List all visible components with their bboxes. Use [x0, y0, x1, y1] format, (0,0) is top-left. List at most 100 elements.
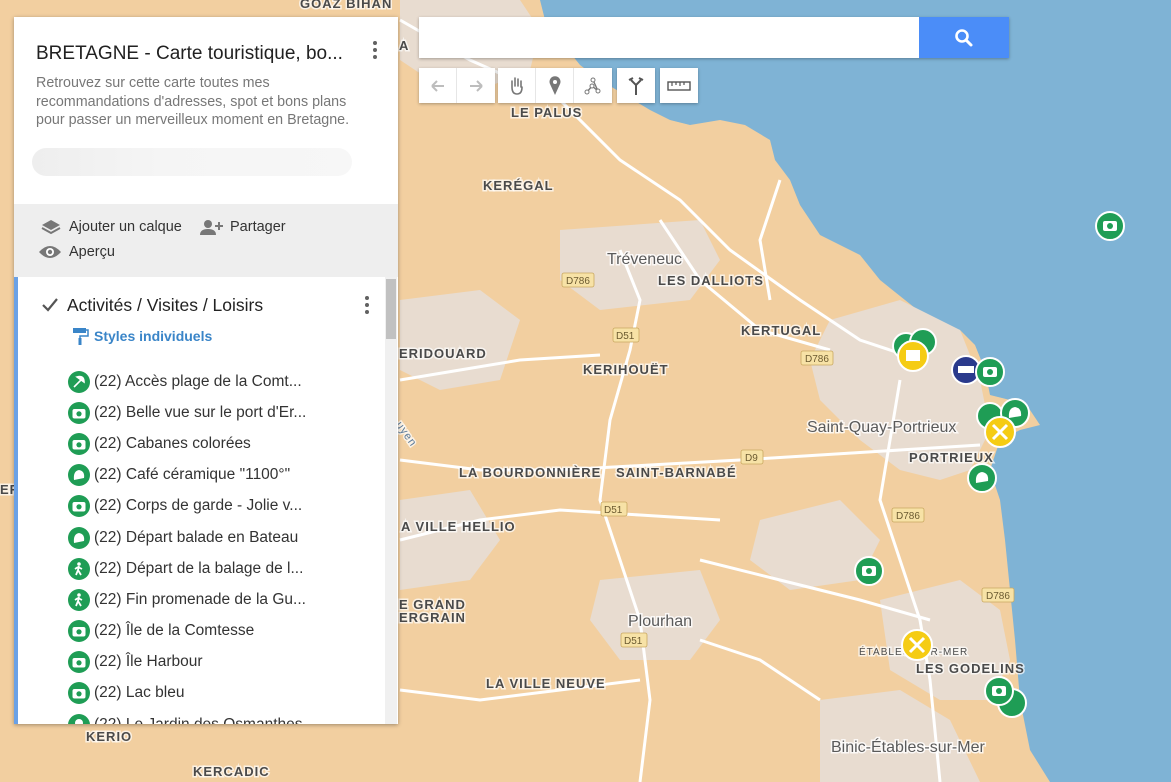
ruler-icon	[667, 80, 691, 91]
place-label: LES GODELINS	[916, 661, 1025, 676]
hand-paint-icon	[68, 526, 90, 549]
restaurant-marker[interactable]	[901, 629, 933, 661]
list-item[interactable]: (22) Départ de la balage de l...	[68, 553, 306, 584]
camera-icon	[68, 651, 90, 674]
panel-scrollbar[interactable]	[385, 277, 397, 724]
search-icon	[955, 28, 973, 46]
camera-marker[interactable]	[1095, 211, 1125, 241]
share-button[interactable]: Partager	[199, 218, 286, 236]
camera-icon	[68, 682, 90, 705]
panel-actions: Ajouter un calque Partager Aperçu	[14, 204, 398, 277]
list-item-label: (22) Accès plage de la Comt...	[94, 372, 302, 390]
hand-marker[interactable]	[967, 463, 997, 493]
beach-icon	[68, 370, 90, 393]
preview-button[interactable]: Aperçu	[38, 244, 115, 260]
camera-marker[interactable]	[975, 357, 1005, 387]
list-item[interactable]: (22) Île Harbour	[68, 647, 306, 678]
legend-panel: BRETAGNE - Carte touristique, bo... Retr…	[14, 17, 398, 724]
camera-marker[interactable]	[854, 556, 884, 586]
undo-redo-group	[419, 68, 495, 103]
redo-icon	[470, 79, 483, 92]
layer-options-icon[interactable]	[357, 296, 377, 314]
list-item[interactable]: (22) Île de la Comtesse	[68, 616, 306, 647]
place-label: KERTUGAL	[741, 323, 821, 338]
directions-button[interactable]	[617, 68, 655, 103]
list-item[interactable]: (22) Belle vue sur le port d'Er...	[68, 397, 306, 428]
undo-icon	[430, 79, 444, 92]
share-label: Partager	[230, 219, 286, 235]
place-label: LE PALUS	[511, 105, 582, 120]
svg-text:D51: D51	[604, 505, 623, 516]
camera-icon	[68, 401, 90, 424]
place-label: ERGRAIN	[399, 610, 466, 625]
place-label: LES DALLIOTS	[658, 273, 764, 288]
svg-text:D786: D786	[896, 511, 920, 522]
camera-marker[interactable]	[984, 676, 1014, 706]
add-layer-button[interactable]: Ajouter un calque	[40, 218, 182, 236]
town-label: Tréveneuc	[607, 251, 682, 268]
place-label: A	[399, 38, 409, 53]
list-item-label: (22) Fin promenade de la Gu...	[94, 590, 306, 608]
shop-marker[interactable]	[897, 340, 929, 372]
directions-group	[617, 68, 655, 103]
map-options-icon[interactable]	[365, 41, 385, 59]
marker-icon	[549, 75, 560, 95]
town-label: Binic-Étables-sur-Mer	[831, 737, 985, 756]
measure-button[interactable]	[660, 68, 698, 103]
list-item[interactable]: (22) Le Jardin des Osmanthes	[68, 709, 306, 724]
svg-text:D786: D786	[566, 276, 590, 287]
list-item[interactable]: (22) Départ balade en Bateau	[68, 522, 306, 553]
town-label: Saint-Quay-Portrieux	[807, 419, 956, 436]
layer-styles-button[interactable]: Styles individuels	[71, 327, 212, 345]
place-label: ERIDOUARD	[399, 346, 487, 361]
hand-icon	[510, 76, 523, 95]
list-item[interactable]: (22) Lac bleu	[68, 678, 306, 709]
place-label: LA VILLE NEUVE	[486, 676, 606, 691]
search-button[interactable]	[919, 17, 1009, 58]
list-item-label: (22) Île de la Comtesse	[94, 622, 255, 640]
add-person-icon	[200, 220, 223, 235]
list-item[interactable]: (22) Accès plage de la Comt...	[68, 366, 306, 397]
list-item[interactable]: (22) Fin promenade de la Gu...	[68, 584, 306, 615]
town-label: Plourhan	[628, 613, 692, 630]
list-item-label: (22) Café céramique "1100°"	[94, 466, 291, 484]
road-tag: D51	[612, 327, 640, 343]
list-item-label: (22) Corps de garde - Jolie v...	[94, 497, 303, 515]
paint-roller-icon	[73, 328, 89, 345]
layer-section: Activités / Visites / Loisirs Styles ind…	[14, 277, 398, 724]
map-description[interactable]: Retrouvez sur cette carte toutes mes rec…	[36, 74, 376, 130]
list-item[interactable]: (22) Café céramique "1100°"	[68, 460, 306, 491]
svg-text:D786: D786	[805, 354, 829, 365]
directions-icon	[628, 76, 644, 95]
draw-line-button[interactable]	[574, 68, 612, 103]
camera-icon	[68, 620, 90, 643]
list-item-label: (22) Belle vue sur le port d'Er...	[94, 403, 307, 421]
restaurant-marker[interactable]	[984, 416, 1016, 448]
hiker-icon	[68, 557, 90, 580]
hand-tool-button[interactable]	[498, 68, 536, 103]
camera-icon	[68, 432, 90, 455]
road-tag: D51	[620, 632, 648, 648]
layer-selected-bar	[14, 277, 18, 724]
search-input[interactable]	[419, 17, 943, 58]
layer-checkbox[interactable]	[41, 297, 59, 313]
list-item-label: (22) Cabanes colorées	[94, 434, 251, 452]
list-item-label: (22) Départ balade en Bateau	[94, 528, 299, 546]
place-label: KERIO	[86, 729, 132, 744]
layer-title[interactable]: Activités / Visites / Loisirs	[67, 295, 263, 316]
hand-paint-icon	[68, 464, 90, 487]
list-item[interactable]: (22) Corps de garde - Jolie v...	[68, 491, 306, 522]
road-tag: D51	[600, 501, 628, 517]
redo-button[interactable]	[457, 68, 495, 103]
map-title[interactable]: BRETAGNE - Carte touristique, bo...	[36, 43, 356, 65]
add-marker-button[interactable]	[536, 68, 574, 103]
tools-group	[498, 68, 612, 103]
place-label: A VILLE HELLIO	[401, 519, 516, 534]
place-label: KERÉGAL	[483, 178, 554, 193]
place-label: GOAZ BIHAN	[300, 0, 392, 11]
list-item[interactable]: (22) Cabanes colorées	[68, 428, 306, 459]
flower-icon	[68, 713, 90, 724]
list-item-label: (22) Lac bleu	[94, 684, 185, 702]
undo-button[interactable]	[419, 68, 457, 103]
scrollbar-thumb[interactable]	[386, 279, 396, 339]
